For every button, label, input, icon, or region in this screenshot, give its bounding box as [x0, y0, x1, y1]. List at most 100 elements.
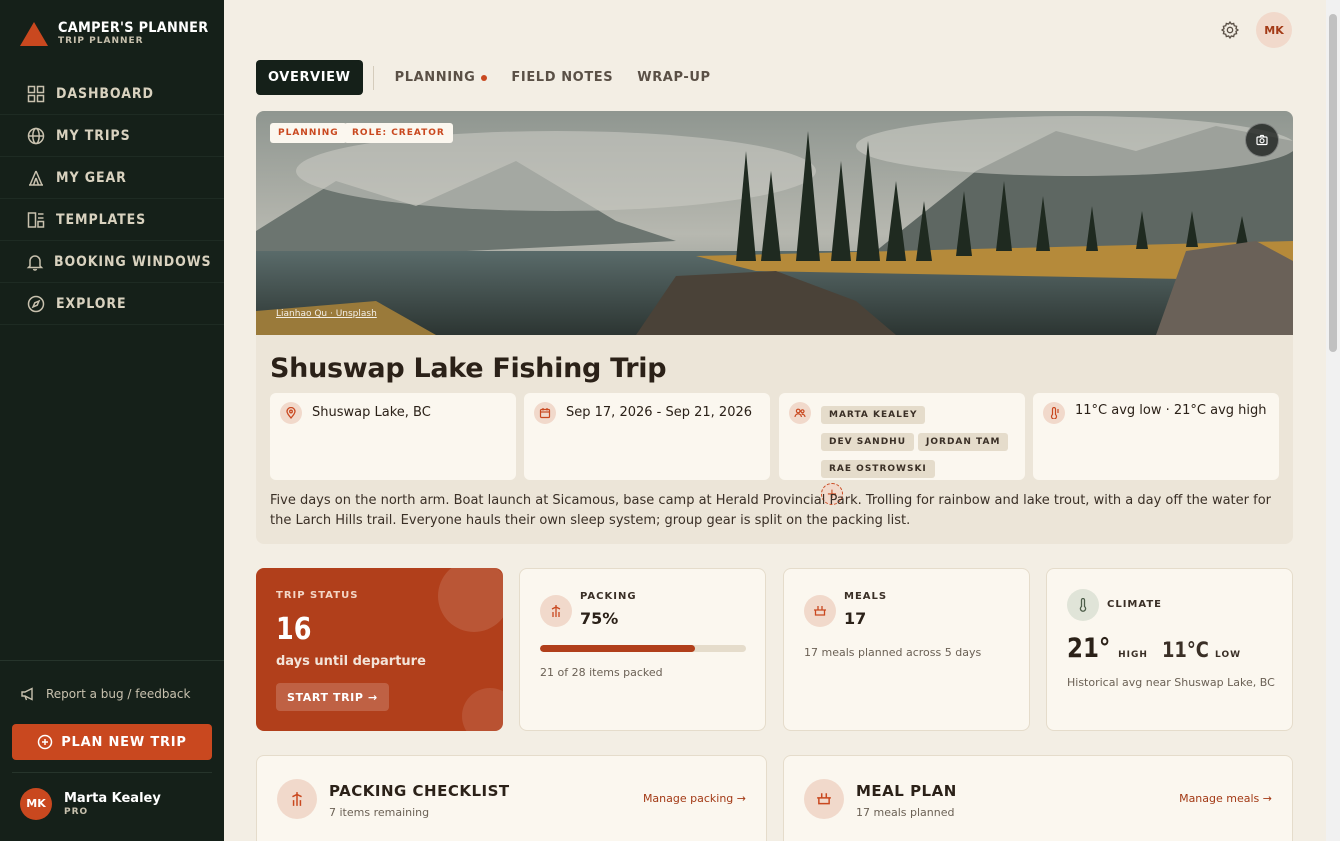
sidebar-item-my-gear[interactable]: MY GEAR [0, 157, 224, 199]
tab-label: FIELD NOTES [511, 70, 614, 85]
packing-stat-card[interactable]: PACKING 75% 21 of 28 items packed [519, 568, 766, 731]
packing-progress-bar [540, 645, 746, 652]
sidebar-item-my-trips[interactable]: MY TRIPS [0, 115, 224, 157]
logo-triangle-icon [20, 21, 48, 46]
member-chip[interactable]: DEV SANDHU [821, 433, 915, 451]
climate-caption: Historical avg near Shuswap Lake, BC [1067, 676, 1275, 689]
photo-credit-link[interactable]: Lianhao Qu · Unsplash [276, 309, 377, 319]
tab-label: WRAP-UP [637, 70, 711, 85]
plan-new-trip-label: PLAN NEW TRIP [61, 734, 187, 750]
section-title: MEAL PLAN [856, 782, 957, 800]
trip-status-card: TRIP STATUS 16 days until departure STAR… [256, 568, 503, 731]
packing-section-icon-badge [277, 779, 317, 819]
sidebar-item-label: TEMPLATES [56, 211, 147, 228]
tab-label: OVERVIEW [268, 70, 351, 85]
grid-icon [26, 84, 46, 104]
climate-high-label: HIGH [1118, 650, 1148, 660]
members-card: MARTA KEALEY DEV SANDHU JORDAN TAM RAE OSTR… [779, 393, 1025, 505]
packing-progress-fill [540, 645, 695, 652]
header-avatar[interactable]: MK [1256, 12, 1292, 48]
climate-icon-badge [1067, 589, 1099, 621]
sidebar-item-label: EXPLORE [56, 295, 127, 312]
brand-subtitle: TRIP PLANNER [58, 36, 144, 46]
days-caption: days until departure [276, 654, 426, 669]
manage-meals-link[interactable]: Manage meals → [1179, 792, 1272, 805]
brand-title: CAMPER'S PLANNER [58, 20, 209, 36]
notification-dot [481, 74, 488, 81]
manage-packing-link[interactable]: Manage packing → [643, 792, 746, 805]
packing-icon-badge [540, 595, 572, 627]
settings-button[interactable] [1212, 12, 1248, 48]
member-chip[interactable]: RAE OSTROWSKI [821, 460, 935, 478]
trip-hero-card: PLANNING ROLE: CREATOR Lianhao Qu · Unsp… [256, 111, 1293, 544]
member-chip[interactable]: JORDAN TAM [918, 433, 1009, 451]
location-pin-icon [280, 402, 302, 424]
brand[interactable]: CAMPER'S PLANNER TRIP PLANNER [20, 20, 221, 47]
tent-icon [26, 168, 46, 188]
climate-values: 21° HIGH 11°C LOW [1067, 633, 1241, 664]
tab-wrap-up[interactable]: WRAP-UP [625, 60, 722, 95]
trip-description: Five days on the north arm. Boat launch … [270, 493, 1271, 528]
meals-caption: 17 meals planned across 5 days [804, 646, 982, 659]
header-actions: MK [1212, 12, 1292, 48]
meal-section-icon-badge [804, 779, 844, 819]
climate-stat-card: CLIMATE 21° HIGH 11°C LOW Historical avg… [1046, 568, 1293, 731]
plus-circle-icon [37, 734, 53, 750]
template-icon [26, 210, 46, 230]
meals-count: 17 [844, 609, 867, 628]
megaphone-icon [21, 687, 33, 701]
tab-planning[interactable]: PLANNING [383, 60, 500, 95]
sidebar-item-label: MY GEAR [56, 169, 127, 186]
globe-icon [26, 126, 46, 146]
section-title: PACKING CHECKLIST [329, 782, 510, 800]
report-bug-link[interactable]: Report a bug / feedback [20, 686, 190, 702]
thermometer-icon [1043, 402, 1065, 424]
climate-low-label: LOW [1215, 650, 1242, 660]
stat-label: PACKING [580, 591, 637, 602]
trip-title: Shuswap Lake Fishing Trip [270, 353, 667, 384]
sidebar-item-label: DASHBOARD [56, 85, 154, 102]
hero-photo [256, 111, 1293, 335]
start-trip-button[interactable]: START TRIP → [276, 683, 389, 711]
tab-field-notes[interactable]: FIELD NOTES [499, 60, 625, 95]
sidebar-item-label: BOOKING WINDOWS [54, 253, 212, 270]
dates-text: Sep 17, 2026 - Sep 21, 2026 [566, 405, 753, 420]
location-text: Shuswap Lake, BC [312, 405, 431, 420]
sidebar: CAMPER'S PLANNER TRIP PLANNER DASHBOARD … [0, 0, 224, 841]
pot-icon [814, 606, 826, 616]
report-bug-label: Report a bug / feedback [46, 687, 191, 701]
stat-label: CLIMATE [1107, 599, 1162, 610]
dates-card[interactable]: Sep 17, 2026 - Sep 21, 2026 [524, 393, 770, 480]
gear-icon [1220, 20, 1240, 40]
plan-new-trip-button[interactable]: PLAN NEW TRIP [12, 724, 212, 760]
scrollbar-thumb[interactable] [1329, 14, 1337, 352]
sidebar-item-booking-windows[interactable]: BOOKING WINDOWS [0, 241, 224, 283]
user-card[interactable]: MK Marta Kealey PRO [12, 772, 212, 834]
scrollbar[interactable] [1326, 0, 1340, 841]
sidebar-item-label: MY TRIPS [56, 127, 131, 144]
location-card: Shuswap Lake, BC [270, 393, 516, 480]
avatar: MK [20, 787, 52, 820]
stat-label: MEALS [844, 591, 888, 602]
member-chip[interactable]: MARTA KEALEY [821, 406, 926, 424]
decor-circle [462, 688, 503, 731]
sidebar-item-templates[interactable]: TEMPLATES [0, 199, 224, 241]
tab-label: PLANNING [394, 70, 476, 85]
sidebar-item-explore[interactable]: EXPLORE [0, 283, 224, 325]
change-photo-button[interactable] [1245, 123, 1279, 157]
decor-circle [438, 568, 503, 632]
weather-text: 11°C avg low · 21°C avg high [1075, 403, 1267, 418]
bell-icon [26, 252, 44, 272]
meals-icon-badge [804, 595, 836, 627]
tab-divider [372, 65, 374, 90]
backpack-icon [551, 605, 561, 617]
sidebar-item-dashboard[interactable]: DASHBOARD [0, 73, 224, 115]
sidebar-nav: DASHBOARD MY TRIPS MY GEAR TEMPLATES BOO… [0, 73, 224, 325]
section-subtitle: 17 meals planned [856, 806, 955, 819]
tab-overview[interactable]: OVERVIEW [256, 60, 363, 95]
user-name: Marta Kealey [64, 791, 161, 806]
thermometer-icon [1079, 598, 1087, 612]
section-subtitle: 7 items remaining [329, 806, 430, 819]
meals-stat-card[interactable]: MEALS 17 17 meals planned across 5 days [783, 568, 1030, 731]
stat-label: TRIP STATUS [276, 590, 359, 601]
